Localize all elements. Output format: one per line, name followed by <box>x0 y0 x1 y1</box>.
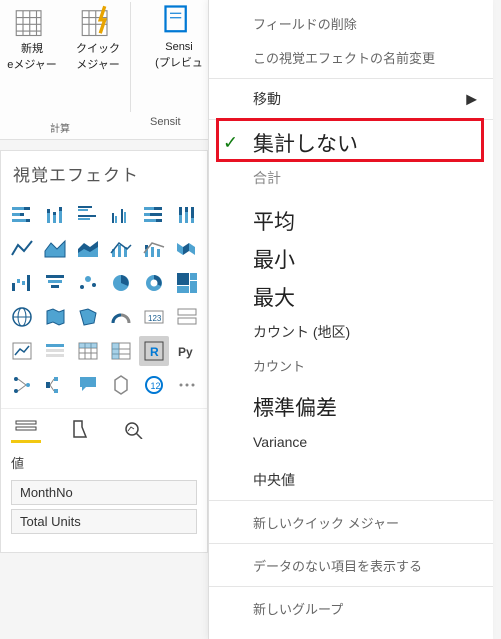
card-icon[interactable]: 123 <box>139 302 169 332</box>
menu-dont-summarize[interactable]: ✓ 集計しない <box>209 124 493 162</box>
values-label: 値 <box>11 453 197 472</box>
slicer-icon[interactable] <box>40 336 70 366</box>
menu-new-quick-measure[interactable]: 新しいクイック メジャー <box>209 505 493 539</box>
menu-count[interactable]: カウント <box>209 348 493 382</box>
decomposition-icon[interactable] <box>40 370 70 400</box>
line-stacked-column-icon[interactable] <box>139 234 169 264</box>
menu-average[interactable]: 平均 <box>209 202 493 240</box>
matrix-icon[interactable] <box>106 336 136 366</box>
new-measure-label1: 新規 <box>21 42 43 56</box>
menu-min[interactable]: 最小 <box>209 240 493 278</box>
fields-tab[interactable] <box>11 415 41 443</box>
donut-icon[interactable] <box>139 268 169 298</box>
hundred-bar-icon[interactable] <box>139 200 169 230</box>
sensitivity-footer: Sensit <box>150 116 181 128</box>
scatter-icon[interactable] <box>73 268 103 298</box>
line-chart-icon[interactable] <box>7 234 37 264</box>
qa-visual-icon[interactable] <box>73 370 103 400</box>
menu-dont-summarize-label: 集計しない <box>253 128 358 158</box>
hundred-column-icon[interactable] <box>172 200 202 230</box>
stacked-bar-icon[interactable] <box>7 200 37 230</box>
new-measure-label2: eメジャー <box>7 58 57 72</box>
quick-measure-icon <box>80 4 116 40</box>
area-chart-icon[interactable] <box>40 234 70 264</box>
menu-count-distinct[interactable]: カウント (地区) <box>209 316 493 348</box>
values-section: 値 MonthNo Total Units <box>1 443 207 542</box>
svg-text:123: 123 <box>148 314 162 323</box>
menu-rename-visual[interactable]: この視覚エフェクトの名前変更 <box>209 40 493 74</box>
sensitivity-label: Sensi <box>150 40 208 54</box>
menu-variance[interactable]: Variance <box>209 426 493 458</box>
shape-map-icon[interactable] <box>73 302 103 332</box>
menu-median[interactable]: 中央値 <box>209 464 493 496</box>
py-visual-icon[interactable]: Py <box>172 336 202 366</box>
quick-measure-label2: メジャー <box>76 58 119 72</box>
powerapps-icon[interactable]: 12 <box>139 370 169 400</box>
treemap-icon[interactable] <box>172 268 202 298</box>
tool-tabs <box>1 408 207 443</box>
multi-card-icon[interactable] <box>172 302 202 332</box>
format-tab[interactable] <box>65 415 95 443</box>
field-context-menu: フィールドの削除 この視覚エフェクトの名前変更 移動 ▶ ✓ 集計しない 合計 … <box>208 0 493 639</box>
filled-map-icon[interactable] <box>40 302 70 332</box>
ribbon-chart-icon[interactable] <box>172 234 202 264</box>
funnel-icon[interactable] <box>40 268 70 298</box>
menu-move[interactable]: 移動 ▶ <box>209 83 493 115</box>
line-column-icon[interactable] <box>106 234 136 264</box>
visualizations-panel: 視覚エフェクト 123 R Py <box>0 150 208 553</box>
pie-icon[interactable] <box>106 268 136 298</box>
menu-show-items-no-data[interactable]: データのない項目を表示する <box>209 548 493 582</box>
visualizations-grid: 123 R Py 12 <box>1 200 207 408</box>
get-more-icon[interactable] <box>172 370 202 400</box>
svg-text:R: R <box>150 345 159 359</box>
quick-measure-button[interactable]: クイック メジャー <box>68 4 128 72</box>
quick-measure-label1: クイック <box>76 42 120 56</box>
table-icon[interactable] <box>73 336 103 366</box>
field-well-totalunits[interactable]: Total Units <box>11 509 197 534</box>
stacked-area-icon[interactable] <box>73 234 103 264</box>
menu-move-label: 移動 <box>253 89 281 109</box>
sensitivity-button[interactable]: Sensi (プレビュ <box>150 2 208 70</box>
sensitivity-icon <box>161 2 197 38</box>
menu-sum[interactable]: 合計 <box>209 162 493 194</box>
waterfall-icon[interactable] <box>7 268 37 298</box>
menu-new-group[interactable]: 新しいグループ <box>209 591 493 625</box>
map-icon[interactable] <box>7 302 37 332</box>
field-well-monthno[interactable]: MonthNo <box>11 480 197 505</box>
svg-text:Py: Py <box>178 345 193 359</box>
analytics-tab[interactable] <box>119 415 149 443</box>
checkmark-icon: ✓ <box>223 133 238 154</box>
menu-stddev[interactable]: 標準偏差 <box>209 388 493 426</box>
calc-group-label: 計算 <box>0 120 120 135</box>
stacked-column-icon[interactable] <box>40 200 70 230</box>
gauge-icon[interactable] <box>106 302 136 332</box>
arcgis-icon[interactable] <box>106 370 136 400</box>
chevron-right-icon: ▶ <box>466 91 477 108</box>
ribbon-fragment: 新規 eメジャー クイック メジャー 計算 Sensi (プレビュ Sensit <box>0 0 208 140</box>
key-influencers-icon[interactable] <box>7 370 37 400</box>
new-measure-icon <box>14 4 50 40</box>
kpi-icon[interactable] <box>7 336 37 366</box>
clustered-column-icon[interactable] <box>106 200 136 230</box>
svg-text:12: 12 <box>151 381 161 391</box>
menu-remove-field[interactable]: フィールドの削除 <box>209 6 493 40</box>
visualizations-header: 視覚エフェクト <box>1 151 207 200</box>
r-visual-icon[interactable]: R <box>139 336 169 366</box>
menu-max[interactable]: 最大 <box>209 278 493 316</box>
sensitivity-sub: (プレビュ <box>150 56 208 70</box>
new-measure-button[interactable]: 新規 eメジャー <box>2 4 62 72</box>
clustered-bar-icon[interactable] <box>73 200 103 230</box>
